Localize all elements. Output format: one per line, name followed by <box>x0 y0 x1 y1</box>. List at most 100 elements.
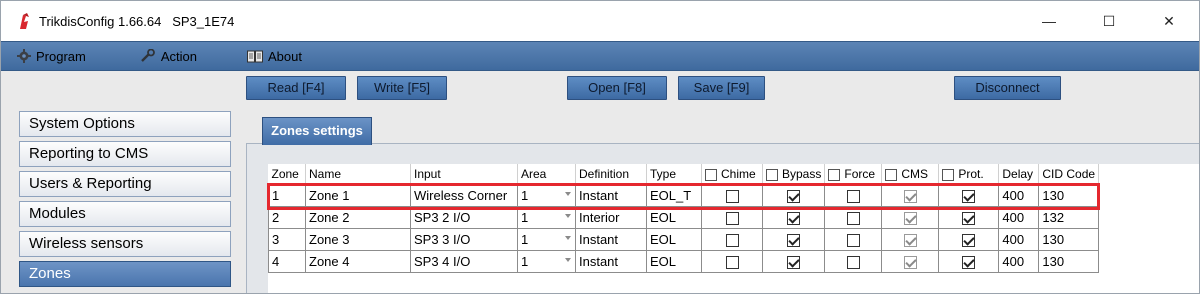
bypass-cell[interactable] <box>761 249 826 273</box>
force-cell[interactable] <box>824 205 883 229</box>
zone-cell[interactable]: 2 <box>268 205 306 229</box>
write-button[interactable]: Write [F5] <box>357 76 447 100</box>
menu-about[interactable]: About <box>239 44 310 68</box>
sidebar-item-modules[interactable]: Modules <box>19 201 231 227</box>
type-cell[interactable]: EOL <box>646 249 702 273</box>
close-button[interactable]: ✕ <box>1139 1 1199 41</box>
definition-cell[interactable]: Instant <box>575 183 647 207</box>
force-checkbox[interactable] <box>846 233 860 247</box>
force-checkbox[interactable] <box>846 189 860 203</box>
sidebar-item-users-reporting[interactable]: Users & Reporting <box>19 171 231 197</box>
menu-action[interactable]: Action <box>132 44 205 68</box>
chime-checkbox[interactable] <box>725 255 739 269</box>
input-cell[interactable]: SP3 4 I/O <box>410 249 518 273</box>
name-cell[interactable]: Zone 1 <box>305 183 411 207</box>
cid-cell[interactable]: 130 <box>1038 249 1100 273</box>
bypass-checkbox[interactable] <box>787 189 801 203</box>
sidebar-item-reporting-to-cms[interactable]: Reporting to CMS <box>19 141 231 167</box>
minimize-button[interactable]: — <box>1019 1 1079 41</box>
name-cell[interactable]: Zone 2 <box>305 205 411 229</box>
bypass-select-all-checkbox[interactable] <box>766 168 778 181</box>
delay-cell[interactable]: 400 <box>998 183 1040 207</box>
prot-checkbox[interactable] <box>962 211 976 225</box>
area-select[interactable]: 1 <box>517 227 576 251</box>
chime-cell[interactable] <box>701 227 763 251</box>
cms-select-all-checkbox[interactable] <box>885 168 898 181</box>
bypass-cell[interactable] <box>761 205 826 229</box>
chime-checkbox[interactable] <box>725 211 739 225</box>
cms-cell[interactable] <box>881 249 940 273</box>
input-cell[interactable]: SP3 2 I/O <box>410 205 518 229</box>
read-button[interactable]: Read [F4] <box>246 76 346 100</box>
chevron-down-icon[interactable] <box>565 235 571 240</box>
table-row[interactable]: 1 Zone 1 Wireless Corner 1 Instant EOL_T 400 13… <box>268 183 1100 207</box>
prot-cell[interactable] <box>938 183 1000 207</box>
gear-icon <box>17 49 31 63</box>
prot-cell[interactable] <box>938 205 1000 229</box>
zone-cell[interactable]: 4 <box>268 249 306 273</box>
menu-program[interactable]: Program <box>9 44 94 68</box>
force-cell[interactable] <box>824 227 883 251</box>
zone-cell[interactable]: 1 <box>268 183 306 207</box>
definition-cell[interactable]: Instant <box>575 227 647 251</box>
maximize-button[interactable]: ☐ <box>1079 1 1139 41</box>
prot-cell[interactable] <box>938 227 1000 251</box>
force-select-all-checkbox[interactable] <box>828 168 841 181</box>
area-select[interactable]: 1 <box>517 249 576 273</box>
chevron-down-icon[interactable] <box>565 213 571 218</box>
bypass-checkbox[interactable] <box>787 233 801 247</box>
cms-cell[interactable] <box>881 183 940 207</box>
type-cell[interactable]: EOL <box>646 227 702 251</box>
force-checkbox[interactable] <box>846 255 860 269</box>
chevron-down-icon[interactable] <box>565 257 571 262</box>
prot-cell[interactable] <box>938 249 1000 273</box>
cid-cell[interactable]: 132 <box>1038 205 1100 229</box>
bypass-cell[interactable] <box>761 227 826 251</box>
cms-cell[interactable] <box>881 205 940 229</box>
open-button[interactable]: Open [F8] <box>567 76 667 100</box>
chevron-down-icon[interactable] <box>565 191 571 196</box>
input-cell[interactable]: SP3 3 I/O <box>410 227 518 251</box>
tab-zones-settings[interactable]: Zones settings <box>262 117 372 145</box>
table-row[interactable]: 4 Zone 4 SP3 4 I/O 1 Instant EOL 400 130 <box>268 249 1100 273</box>
chime-checkbox[interactable] <box>725 233 739 247</box>
force-cell[interactable] <box>824 183 883 207</box>
sidebar-item-zones[interactable]: Zones <box>19 261 231 287</box>
input-cell[interactable]: Wireless Corner <box>410 183 518 207</box>
chime-checkbox[interactable] <box>725 189 739 203</box>
name-cell[interactable]: Zone 3 <box>305 227 411 251</box>
table-row[interactable]: 2 Zone 2 SP3 2 I/O 1 Interior EOL 400 132 <box>268 205 1100 229</box>
sidebar-item-wireless-sensors[interactable]: Wireless sensors <box>19 231 231 257</box>
delay-cell[interactable]: 400 <box>998 205 1040 229</box>
cms-cell[interactable] <box>881 227 940 251</box>
chime-cell[interactable] <box>701 205 763 229</box>
area-select[interactable]: 1 <box>517 183 576 207</box>
delay-cell[interactable]: 400 <box>998 249 1040 273</box>
table-row[interactable]: 3 Zone 3 SP3 3 I/O 1 Instant EOL 400 130 <box>268 227 1100 251</box>
force-cell[interactable] <box>824 249 883 273</box>
definition-cell[interactable]: Instant <box>575 249 647 273</box>
prot-checkbox[interactable] <box>962 255 976 269</box>
bypass-checkbox[interactable] <box>787 211 801 225</box>
definition-cell[interactable]: Interior <box>575 205 647 229</box>
force-checkbox[interactable] <box>846 211 860 225</box>
chime-cell[interactable] <box>701 183 763 207</box>
disconnect-button[interactable]: Disconnect <box>954 76 1061 100</box>
area-select[interactable]: 1 <box>517 205 576 229</box>
type-cell[interactable]: EOL <box>646 205 702 229</box>
sidebar-item-system-options[interactable]: System Options <box>19 111 231 137</box>
cid-cell[interactable]: 130 <box>1038 227 1100 251</box>
save-button[interactable]: Save [F9] <box>678 76 765 100</box>
prot-checkbox[interactable] <box>962 233 976 247</box>
cid-cell[interactable]: 130 <box>1038 183 1100 207</box>
type-cell[interactable]: EOL_T <box>646 183 702 207</box>
bypass-cell[interactable] <box>761 183 826 207</box>
delay-cell[interactable]: 400 <box>998 227 1040 251</box>
zone-cell[interactable]: 3 <box>268 227 306 251</box>
bypass-checkbox[interactable] <box>787 255 801 269</box>
chime-cell[interactable] <box>701 249 763 273</box>
prot-checkbox[interactable] <box>962 189 976 203</box>
chime-select-all-checkbox[interactable] <box>705 168 717 181</box>
prot-select-all-checkbox[interactable] <box>942 168 955 181</box>
name-cell[interactable]: Zone 4 <box>305 249 411 273</box>
